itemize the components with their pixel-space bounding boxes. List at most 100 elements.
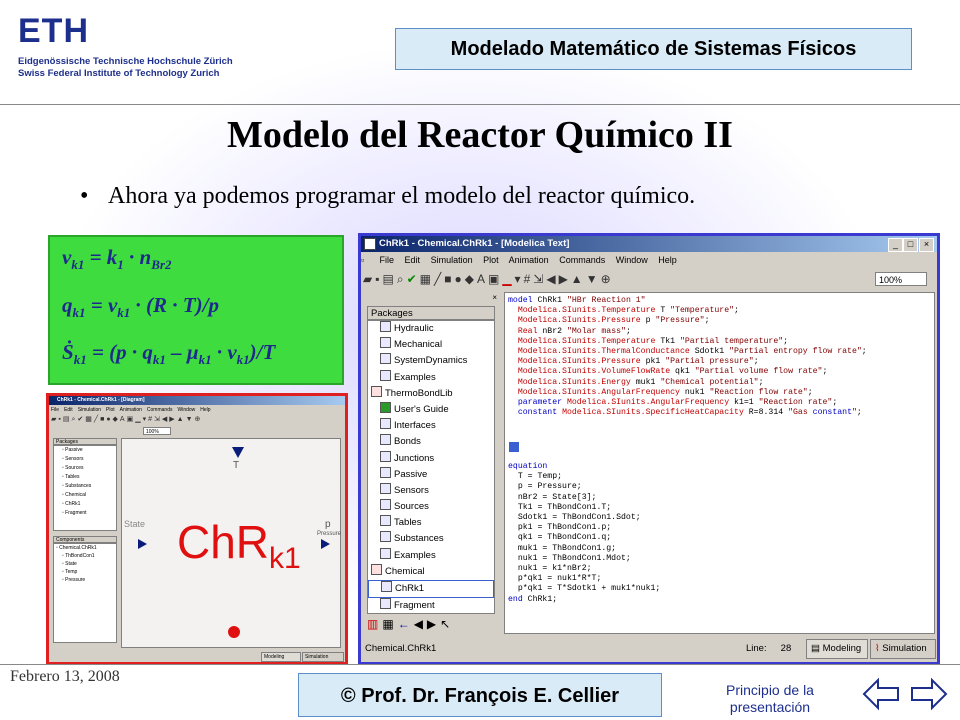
simulation-tab[interactable]: ⌇ Simulation bbox=[870, 639, 936, 659]
menu-plot[interactable]: Plot bbox=[483, 255, 499, 265]
package-tree-item[interactable]: ChRk1 bbox=[368, 580, 494, 599]
diagram-tree-item[interactable]: ▫ Substances bbox=[54, 482, 116, 491]
package-tree-item[interactable]: Sources bbox=[368, 499, 494, 515]
package-icon bbox=[380, 418, 391, 430]
packages-column-header: Packages bbox=[367, 306, 495, 320]
check-icon[interactable]: ✔ bbox=[407, 272, 420, 286]
text-window-toolbar: ▰▪▤⌕✔▦╱■●◆A▣▁▾#⇲◀▶▲▼⊕ bbox=[363, 269, 933, 289]
pressure-connector-icon[interactable] bbox=[321, 539, 330, 549]
state-connector-icon[interactable] bbox=[138, 539, 147, 549]
package-tree-label: User's Guide bbox=[394, 403, 449, 415]
grid-icon[interactable]: # bbox=[524, 272, 534, 286]
package-tree-item[interactable]: Bonds bbox=[368, 434, 494, 450]
package-tree-item[interactable]: Chemical bbox=[368, 563, 494, 580]
package-tree-item[interactable]: User's Guide bbox=[368, 401, 494, 418]
nav-up-icon[interactable]: ↖ bbox=[440, 617, 454, 631]
package-tree-item[interactable]: Fragment bbox=[368, 598, 494, 613]
up-icon[interactable]: ▲ bbox=[571, 272, 586, 286]
diagram-tree-item[interactable]: ▫ Sources bbox=[54, 464, 116, 473]
package-tree-item[interactable]: Mechanical bbox=[368, 337, 494, 353]
arrow-icon[interactable]: ⇲ bbox=[533, 272, 546, 286]
nav-back-icon[interactable]: ← bbox=[398, 617, 414, 631]
package-tree-item[interactable]: SystemDynamics bbox=[368, 353, 494, 369]
text-window-titlebar[interactable]: ChRk1 - Chemical.ChRk1 - [Modelica Text] bbox=[361, 236, 937, 252]
diagram-zoom-select[interactable]: 100% bbox=[143, 427, 171, 435]
menu-help[interactable]: Help bbox=[658, 255, 677, 265]
diagram-tree-item[interactable]: ▫ Tables bbox=[54, 473, 116, 482]
polygon-tool-icon[interactable]: ◆ bbox=[465, 272, 477, 286]
package-tree-item[interactable]: Passive bbox=[368, 466, 494, 483]
minimize-icon[interactable]: _ bbox=[888, 238, 903, 252]
diagram-canvas[interactable]: T State p Pressure ChRk1 bbox=[121, 438, 341, 648]
zoom-select[interactable]: 100% bbox=[875, 272, 927, 286]
pen-color-icon[interactable]: ▁ bbox=[502, 272, 514, 286]
find-icon[interactable]: ⌕ bbox=[397, 272, 407, 286]
diagram-window-titlebar[interactable]: ChRk1 - Chemical.ChRk1 - [Diagram] bbox=[49, 396, 345, 405]
package-tree-item[interactable]: Interfaces bbox=[368, 418, 494, 434]
next-slide-icon[interactable] bbox=[911, 677, 948, 711]
print-icon[interactable]: ▤ bbox=[383, 272, 397, 286]
package-tree-item[interactable]: Tables bbox=[368, 515, 494, 531]
footer-divider bbox=[0, 664, 960, 665]
nav-forward-icon[interactable]: ◀ bbox=[414, 617, 427, 631]
line-tool-icon[interactable]: ╱ bbox=[434, 272, 444, 286]
component-tree-item[interactable]: ▫ Chemical.ChRk1 bbox=[54, 544, 116, 552]
package-tree-label: SystemDynamics bbox=[394, 355, 468, 367]
package-tree-item[interactable]: Hydraulic bbox=[368, 321, 494, 337]
package-icon bbox=[380, 499, 391, 511]
back-to-start-link[interactable]: Principio de la presentación bbox=[705, 682, 835, 716]
diagram-tree-item[interactable]: ▫ Passive bbox=[54, 446, 116, 455]
nav-next-icon[interactable]: ▶ bbox=[427, 617, 440, 631]
down-icon[interactable]: ▼ bbox=[586, 272, 601, 286]
component-tree-item[interactable]: ▫ Pressure bbox=[54, 576, 116, 584]
forward-icon[interactable]: ▶ bbox=[559, 272, 571, 286]
package-icon bbox=[380, 515, 391, 527]
bitmap-tool-icon[interactable]: ▣ bbox=[488, 272, 502, 286]
code-editor[interactable]: model ChRk1 "HBr Reaction 1" Modelica.SI… bbox=[504, 292, 935, 634]
component-tree-item[interactable]: ▫ Temp bbox=[54, 568, 116, 576]
diagram-toolbar-icons[interactable]: ▰▪▤⌕✔▦╱■●◆A▣▁▾#⇲◀▶▲▼⊕ bbox=[51, 416, 202, 423]
open-icon[interactable]: ▰ bbox=[363, 272, 375, 286]
diagram-tree-item[interactable]: ▫ Fragment bbox=[54, 509, 116, 518]
bond-connector-icon[interactable] bbox=[228, 626, 240, 638]
menu-commands[interactable]: Commands bbox=[559, 255, 605, 265]
temp-connector-icon[interactable] bbox=[232, 447, 244, 458]
menu-file[interactable]: File bbox=[380, 255, 395, 265]
menu-edit[interactable]: Edit bbox=[405, 255, 421, 265]
diagram-modeling-tab[interactable]: Modeling bbox=[261, 652, 301, 662]
diagram-tree-item[interactable]: ▫ ChRk1 bbox=[54, 500, 116, 509]
package-tree-item[interactable]: Sensors bbox=[368, 482, 494, 499]
package-tree-label: Hydraulic bbox=[394, 323, 434, 334]
package-browser-close-icon[interactable]: × bbox=[492, 292, 497, 304]
diagram-simulation-tab[interactable]: Simulation bbox=[302, 652, 344, 662]
package-tree-item[interactable]: Substances bbox=[368, 531, 494, 547]
menu-simulation[interactable]: Simulation bbox=[431, 255, 473, 265]
diagram-tree-item[interactable]: ▫ Chemical bbox=[54, 491, 116, 500]
components-icon[interactable]: ▦ bbox=[382, 617, 397, 631]
fill-color-icon[interactable]: ▾ bbox=[515, 272, 524, 286]
status-class: Chemical.ChRk1 bbox=[365, 643, 437, 654]
diagram-tree-item[interactable]: ▫ Sensors bbox=[54, 455, 116, 464]
close-icon[interactable]: × bbox=[919, 238, 934, 252]
package-icon bbox=[381, 581, 392, 592]
package-icon bbox=[380, 482, 391, 494]
package-tree-item[interactable]: Junctions bbox=[368, 450, 494, 467]
save-icon[interactable]: ▪ bbox=[375, 272, 382, 286]
back-icon[interactable]: ◀ bbox=[546, 272, 558, 286]
maximize-icon[interactable]: □ bbox=[903, 238, 918, 252]
ellipse-tool-icon[interactable]: ● bbox=[454, 272, 464, 286]
menu-window[interactable]: Window bbox=[616, 255, 648, 265]
menu-animation[interactable]: Animation bbox=[509, 255, 549, 265]
package-tree-item[interactable]: Examples bbox=[368, 369, 494, 386]
package-tree-item[interactable]: Examples bbox=[368, 547, 494, 564]
component-tree-item[interactable]: ▫ State bbox=[54, 560, 116, 568]
component-tree-item[interactable]: ▫ ThBondCon1 bbox=[54, 552, 116, 560]
package-tree-item[interactable]: ThermoBondLib bbox=[368, 385, 494, 402]
rectangle-tool-icon[interactable]: ■ bbox=[444, 272, 454, 286]
text-tool-icon[interactable]: A bbox=[477, 272, 488, 286]
simulate-icon[interactable]: ▦ bbox=[420, 272, 434, 286]
zoom-icon[interactable]: ⊕ bbox=[601, 272, 614, 286]
modeling-tab[interactable]: ▤ Modeling bbox=[806, 639, 868, 659]
library-icon[interactable]: ▥ bbox=[367, 617, 382, 631]
prev-slide-icon[interactable] bbox=[862, 677, 899, 711]
